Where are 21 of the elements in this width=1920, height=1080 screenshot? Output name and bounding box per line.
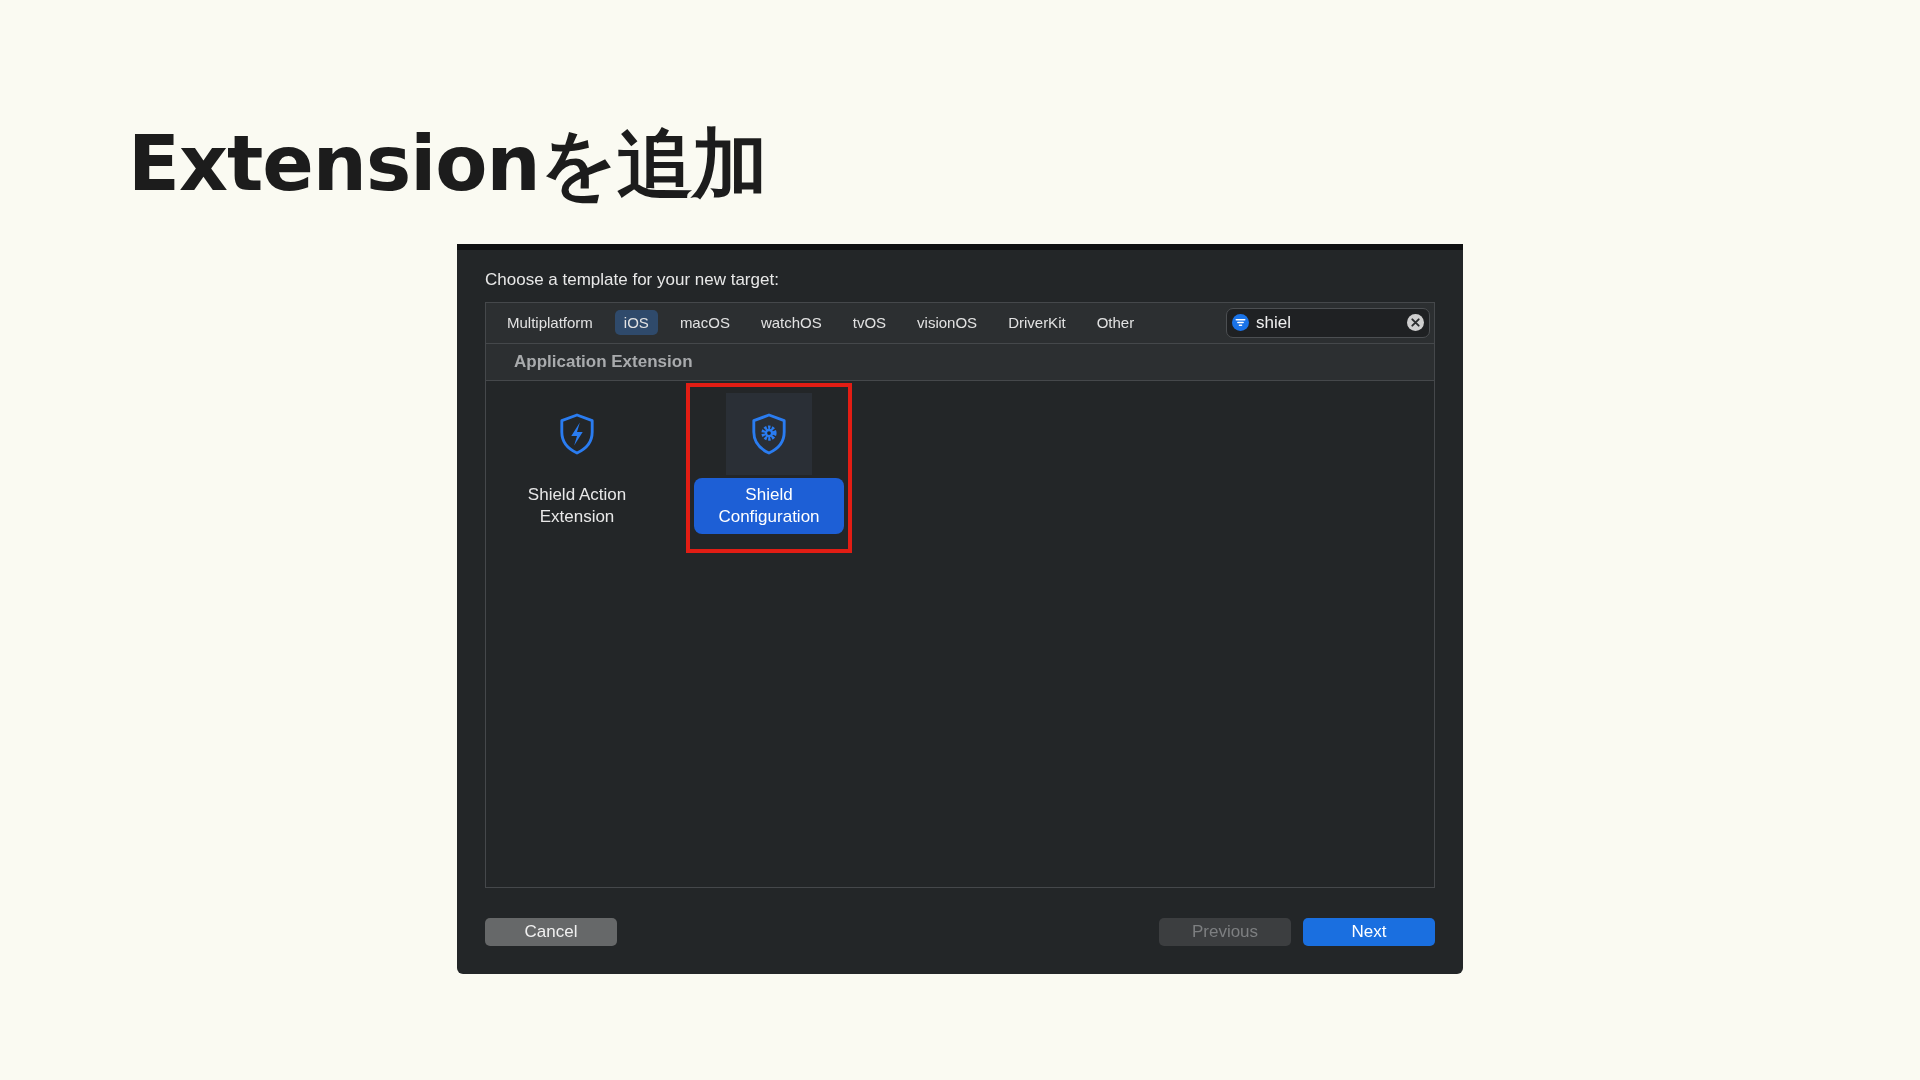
- template-name: Shield Action Extension: [526, 483, 628, 528]
- platform-tab[interactable]: iOS: [614, 310, 658, 336]
- template-name: Shield Configuration: [694, 477, 844, 534]
- shield-bolt-icon: [558, 412, 596, 455]
- platform-tab[interactable]: tvOS: [843, 310, 896, 336]
- slide-title: Extensionを追加: [128, 122, 768, 206]
- dialog-prompt: Choose a template for your new target:: [485, 269, 780, 290]
- template-item[interactable]: Shield Action Extension: [494, 382, 660, 553]
- template-item[interactable]: Shield Configuration: [686, 382, 852, 553]
- next-button[interactable]: Next: [1303, 917, 1435, 946]
- search-field[interactable]: shiel: [1226, 307, 1430, 338]
- section-header: Application Extension: [486, 343, 1434, 381]
- clear-icon[interactable]: [1407, 314, 1424, 332]
- cancel-button[interactable]: Cancel: [485, 917, 617, 946]
- platform-tab[interactable]: Other: [1087, 310, 1144, 336]
- platform-tab[interactable]: DriverKit: [999, 310, 1075, 336]
- shield-gear-icon: [750, 412, 788, 455]
- platform-tab[interactable]: watchOS: [751, 310, 831, 336]
- platform-tab[interactable]: macOS: [670, 310, 739, 336]
- platform-tab[interactable]: visionOS: [908, 310, 987, 336]
- platform-tab[interactable]: Multiplatform: [498, 310, 602, 336]
